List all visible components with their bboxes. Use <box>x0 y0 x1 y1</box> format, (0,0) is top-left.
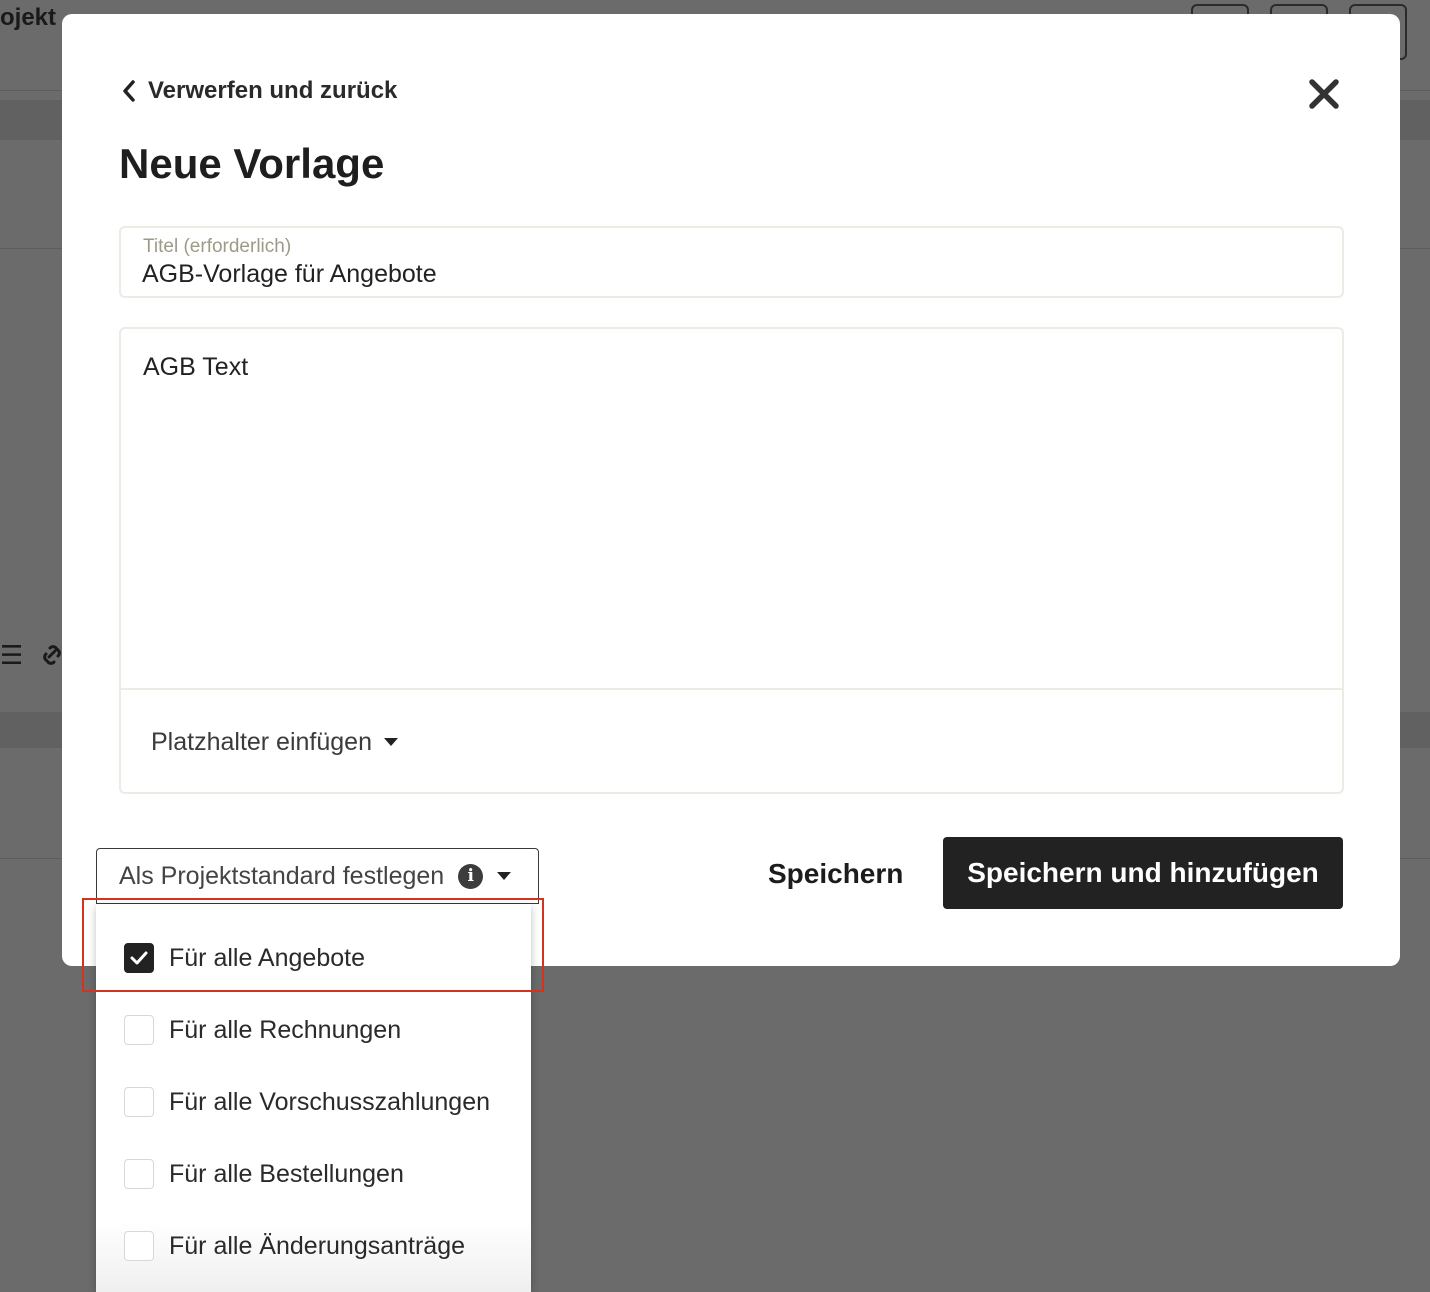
option-all-orders[interactable]: Für alle Bestellungen <box>96 1138 531 1210</box>
title-input[interactable] <box>142 260 1292 289</box>
modal-title: Neue Vorlage <box>119 140 385 187</box>
option-all-change-requests[interactable]: Für alle Änderungsanträge <box>96 1210 531 1282</box>
checkbox[interactable] <box>124 1231 154 1261</box>
background-title: ojekt <box>0 4 57 31</box>
project-default-select[interactable]: Als Projektstandard festlegen i <box>96 848 539 904</box>
option-label: Für alle Rechnungen <box>169 1015 402 1044</box>
info-icon[interactable]: i <box>458 863 484 889</box>
title-field[interactable]: Titel (erforderlich) <box>119 226 1344 298</box>
insert-placeholder-button[interactable]: Platzhalter einfügen <box>151 725 398 759</box>
chevron-left-icon <box>123 80 135 102</box>
option-all-invoices[interactable]: Für alle Rechnungen <box>96 994 531 1066</box>
text-editor: AGB Text Platzhalter einfügen <box>119 327 1344 794</box>
project-default-label: Als Projektstandard festlegen <box>119 861 445 890</box>
discard-and-back-link[interactable]: Verwerfen und zurück <box>120 74 397 108</box>
link-icon <box>40 642 64 675</box>
caret-down-icon <box>383 738 398 746</box>
highlight-box <box>82 898 544 992</box>
option-label: Für alle Bestellungen <box>169 1159 404 1188</box>
caret-down-icon <box>497 872 512 880</box>
option-all-advance-payments[interactable]: Für alle Vorschusszahlungen <box>96 1066 531 1138</box>
save-button[interactable]: Speichern <box>768 854 903 894</box>
insert-placeholder-label: Platzhalter einfügen <box>151 727 372 756</box>
checkbox[interactable] <box>124 1015 154 1045</box>
option-label: Für alle Vorschusszahlungen <box>169 1087 491 1116</box>
option-label: Für alle Änderungsanträge <box>169 1231 466 1260</box>
back-link-label: Verwerfen und zurück <box>148 77 398 104</box>
checkbox[interactable] <box>124 1087 154 1117</box>
title-field-label: Titel (erforderlich) <box>143 236 292 257</box>
editor-text-area[interactable]: AGB Text <box>121 329 1342 690</box>
close-icon <box>1309 79 1339 109</box>
checkbox[interactable] <box>124 1159 154 1189</box>
list-icon: ☰ <box>0 640 24 670</box>
new-template-modal: Verwerfen und zurück Neue Vorlage Titel … <box>62 14 1400 966</box>
save-and-add-button[interactable]: Speichern und hinzufügen <box>943 837 1343 909</box>
close-button[interactable] <box>1306 76 1342 112</box>
